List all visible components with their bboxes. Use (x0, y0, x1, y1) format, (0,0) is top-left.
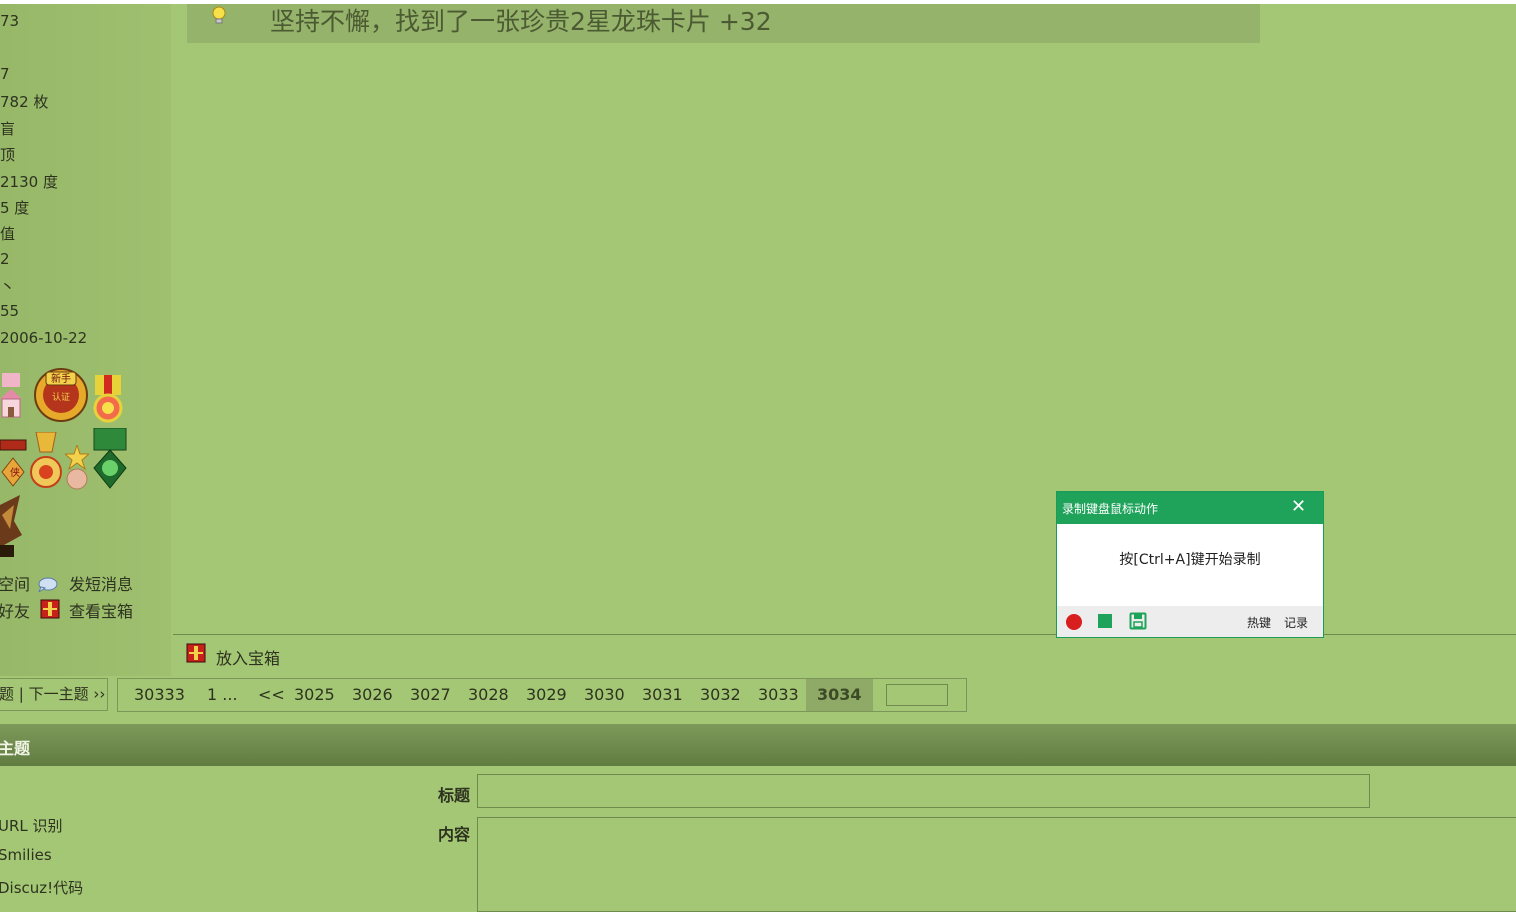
record-icon[interactable] (1065, 613, 1083, 631)
profile-stat: 782 枚 (0, 93, 49, 111)
star-medal (65, 445, 89, 490)
page-link[interactable]: 3033 (758, 679, 799, 711)
sidebar-link-space[interactable]: 空间 (0, 571, 30, 595)
notice-banner: 坚持不懈，找到了一张珍贵2星龙珠卡片 +32 (187, 4, 1260, 43)
lightbulb-icon (212, 6, 226, 24)
profile-register-date: 2006-10-22 (0, 329, 88, 347)
page-link[interactable]: 3027 (410, 679, 451, 711)
prev-next-topic-nav[interactable]: 题 | 下一主题 ›› (0, 678, 108, 711)
option-discuz-code[interactable]: Discuz!代码 (0, 877, 83, 898)
message-icon[interactable] (38, 574, 58, 592)
page-total: 30333 (134, 685, 185, 704)
dialog-footer: 热键 记录 (1057, 606, 1323, 637)
profile-stat: 值 (0, 225, 16, 243)
profile-stat: 7 (0, 65, 10, 83)
page-link[interactable]: 3028 (468, 679, 509, 711)
sidebar-link-friend[interactable]: 好友 (0, 598, 30, 622)
profile-stat: 5 度 (0, 199, 30, 217)
put-treasure-link[interactable]: 放入宝箱 (216, 645, 280, 669)
page-link[interactable]: 3030 (584, 679, 625, 711)
star-ribbon-medal: 侠 (0, 439, 27, 487)
close-icon[interactable]: ✕ (1291, 498, 1306, 516)
pink-house-medal (0, 373, 22, 418)
dialog-message: 按[Ctrl+A]键开始录制 (1119, 552, 1261, 568)
svg-text:认证: 认证 (52, 391, 70, 403)
section-title: 主题 (0, 739, 31, 758)
treasure-chest-icon[interactable] (40, 599, 60, 619)
page-jump-input[interactable] (886, 684, 948, 706)
page-prev[interactable]: << (258, 679, 285, 711)
phoenix-medal (0, 495, 22, 557)
treasure-chest-icon[interactable] (186, 643, 206, 663)
sidebar-link-send-message[interactable]: 发短消息 (69, 571, 133, 595)
save-icon[interactable] (1129, 612, 1147, 630)
title-input[interactable] (477, 774, 1370, 808)
dialog-header: 录制键盘鼠标动作 ✕ (1057, 492, 1323, 524)
option-url-detect[interactable]: URL 识别 (0, 815, 63, 836)
page-current: 3034 (806, 679, 873, 711)
record-dialog: 录制键盘鼠标动作 ✕ 按[Ctrl+A]键开始录制 热键 记录 (1056, 491, 1324, 638)
profile-stat: 2 (0, 250, 10, 268)
profile-stat: 73 (0, 12, 20, 30)
profile-stat: 顶 (0, 146, 16, 164)
title-label: 标题 (438, 786, 471, 805)
content-textarea[interactable] (477, 817, 1516, 912)
page-link[interactable]: 3025 (294, 679, 335, 711)
user-profile-sidebar: 73 7 782 枚 盲 顶 2130 度 5 度 值 2 丶 55 2006-… (0, 4, 171, 676)
page-first[interactable]: 1 ... (207, 679, 238, 711)
reply-section-header: 主题 (0, 724, 1516, 766)
profile-stat: 丶 (0, 278, 16, 296)
option-smilies[interactable]: Smilies (0, 846, 52, 864)
log-link[interactable]: 记录 (1284, 614, 1308, 631)
hotkey-link[interactable]: 热键 (1247, 614, 1271, 631)
svg-text:新手: 新手 (51, 372, 71, 385)
sidebar-link-view-treasure[interactable]: 查看宝箱 (69, 598, 133, 622)
stop-icon[interactable] (1097, 613, 1113, 629)
svg-text:侠: 侠 (10, 466, 20, 479)
gold-medal (30, 432, 62, 488)
page-link[interactable]: 3032 (700, 679, 741, 711)
content-label: 内容 (438, 825, 471, 844)
notice-text: 坚持不懈，找到了一张珍贵2星龙珠卡片 +32 (270, 7, 772, 36)
profile-stat: 55 (0, 302, 20, 320)
dialog-title: 录制键盘鼠标动作 (1062, 502, 1159, 516)
page-link[interactable]: 3026 (352, 679, 393, 711)
profile-stat: 2130 度 (0, 173, 58, 191)
newbie-badge-medal: 新手 认证 (34, 368, 88, 422)
pagination: 30333 1 ... << 3025 3026 3027 3028 3029 … (117, 678, 967, 712)
sun-ribbon-medal (93, 375, 123, 423)
page-link[interactable]: 3029 (526, 679, 567, 711)
profile-stat: 盲 (0, 120, 16, 138)
page-link[interactable]: 3031 (642, 679, 683, 711)
green-crest-medal (93, 428, 127, 489)
